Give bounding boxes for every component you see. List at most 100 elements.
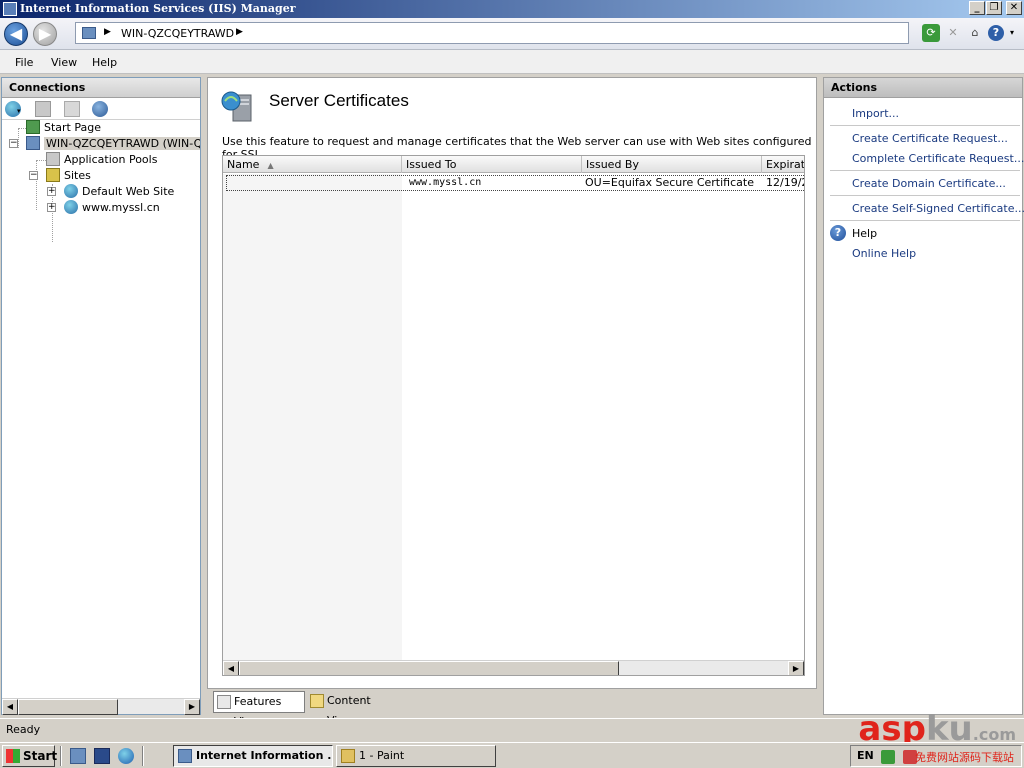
help-icon[interactable]: ? bbox=[988, 25, 1004, 41]
window-title-bar: Internet Information Services (IIS) Mana… bbox=[0, 0, 1024, 18]
action-import[interactable]: Import... bbox=[852, 107, 899, 120]
help-dropdown-icon[interactable]: ▾ bbox=[1008, 24, 1016, 42]
tree-expander-default-web-site[interactable]: + bbox=[47, 187, 56, 196]
cell-issued-to: www.myssl.cn bbox=[409, 177, 482, 188]
window-title: Internet Information Services (IIS) Mana… bbox=[20, 2, 296, 15]
close-button[interactable]: ✕ bbox=[1006, 1, 1022, 15]
cell-expiration: 12/19/2 bbox=[766, 176, 805, 189]
minimize-button[interactable]: _ bbox=[969, 1, 985, 15]
column-header-issued-by[interactable]: Issued By bbox=[582, 156, 762, 173]
scroll-right-arrow-icon[interactable]: ▶ bbox=[184, 699, 200, 715]
forward-button[interactable]: ▶ bbox=[33, 22, 57, 46]
restore-button[interactable]: ❐ bbox=[986, 1, 1002, 15]
powershell-icon[interactable] bbox=[94, 748, 110, 764]
taskbar-task-paint[interactable]: 1 - Paint bbox=[336, 745, 496, 767]
action-create-self-signed-certificate[interactable]: Create Self-Signed Certificate... bbox=[852, 202, 1024, 215]
column-header-expiration[interactable]: Expirati bbox=[762, 156, 804, 173]
scroll-left-arrow-icon[interactable]: ◀ bbox=[2, 699, 18, 715]
save-icon[interactable] bbox=[35, 101, 51, 117]
menu-file[interactable]: File bbox=[15, 56, 33, 69]
stop-icon[interactable]: ✕ bbox=[944, 24, 962, 42]
page-title: Server Certificates bbox=[269, 91, 409, 110]
window-controls: _ ❐ ✕ bbox=[969, 1, 1022, 15]
connections-hscrollbar[interactable]: ◀ ▶ bbox=[2, 698, 200, 715]
tree-item-default-web-site[interactable]: Default Web Site bbox=[64, 184, 174, 200]
tree-item-start-page[interactable]: Start Page bbox=[26, 120, 101, 136]
connect-dropdown-icon[interactable]: ▾ bbox=[17, 107, 25, 115]
internet-explorer-icon[interactable] bbox=[118, 748, 134, 764]
sites-folder-icon bbox=[46, 168, 60, 182]
start-button[interactable]: Start bbox=[2, 745, 57, 767]
server-icon bbox=[82, 27, 96, 39]
features-view-icon bbox=[217, 695, 231, 709]
actions-title: Actions bbox=[824, 78, 1022, 98]
column-header-name[interactable]: Name ▲ bbox=[223, 156, 402, 173]
paint-icon bbox=[341, 749, 355, 763]
action-create-certificate-request[interactable]: Create Certificate Request... bbox=[852, 132, 1008, 145]
table-row[interactable]: www.myssl.cn OU=Equifax Secure Certifica… bbox=[226, 175, 805, 191]
action-online-help[interactable]: Online Help bbox=[852, 247, 916, 260]
action-create-domain-certificate[interactable]: Create Domain Certificate... bbox=[852, 177, 1006, 190]
tree-item-sites[interactable]: Sites bbox=[46, 168, 91, 184]
help-icon: ? bbox=[830, 225, 846, 241]
tree-item-server[interactable]: WIN-QZCQEYTRAWD (WIN-QZC bbox=[26, 136, 200, 152]
connections-toolbar: ▾ bbox=[2, 98, 200, 120]
home-icon[interactable]: ⌂ bbox=[966, 24, 984, 42]
connections-title: Connections bbox=[2, 78, 200, 98]
nav-toolbar: ⟳ ✕ ⌂ ? ▾ bbox=[922, 24, 1016, 42]
disconnect-icon[interactable] bbox=[92, 101, 108, 117]
refresh-icon[interactable]: ⟳ bbox=[922, 24, 940, 42]
certificate-server-icon bbox=[221, 89, 253, 123]
tree-expander-server[interactable]: − bbox=[9, 139, 18, 148]
cell-name bbox=[227, 176, 397, 191]
globe-icon bbox=[64, 200, 78, 214]
sort-ascending-icon: ▲ bbox=[267, 161, 274, 170]
status-text: Ready bbox=[6, 723, 41, 736]
globe-icon bbox=[64, 184, 78, 198]
breadcrumb-server[interactable]: WIN-QZCQEYTRAWD bbox=[121, 27, 234, 40]
cell-issued-by: OU=Equifax Secure Certificate ... bbox=[585, 176, 757, 189]
iis-app-icon bbox=[178, 749, 192, 763]
address-bar[interactable]: ▶ WIN-QZCQEYTRAWD ▶ bbox=[75, 22, 909, 44]
taskbar: Start Internet Information ... 1 - Paint… bbox=[0, 742, 1024, 768]
network-icon[interactable] bbox=[881, 750, 895, 764]
actions-panel: Actions Import... Create Certificate Req… bbox=[823, 77, 1024, 715]
feature-panel: Server Certificates Use this feature to … bbox=[207, 77, 817, 689]
tab-features-view[interactable]: Features View bbox=[213, 691, 305, 728]
tree-item-application-pools[interactable]: Application Pools bbox=[46, 152, 157, 168]
breadcrumb-arrow-icon[interactable]: ▶ bbox=[236, 27, 243, 37]
iis-app-icon bbox=[3, 2, 17, 16]
up-icon[interactable] bbox=[64, 101, 80, 117]
taskbar-task-iis[interactable]: Internet Information ... bbox=[173, 745, 333, 767]
column-header-issued-to[interactable]: Issued To bbox=[402, 156, 582, 173]
app-pools-icon bbox=[46, 152, 60, 166]
language-indicator[interactable]: EN bbox=[857, 749, 874, 762]
content-view-icon bbox=[310, 694, 324, 708]
watermark-subtitle: 免费网站源码下载站 bbox=[915, 751, 1014, 764]
server-icon bbox=[26, 136, 40, 150]
scroll-thumb[interactable] bbox=[239, 661, 619, 675]
scroll-right-arrow-icon[interactable]: ▶ bbox=[788, 661, 804, 675]
scroll-thumb[interactable] bbox=[18, 699, 118, 715]
start-page-icon bbox=[26, 120, 40, 134]
server-manager-icon[interactable] bbox=[70, 748, 86, 764]
menu-help[interactable]: Help bbox=[92, 56, 117, 69]
certificates-grid: Name ▲ Issued To Issued By Expirati www.m… bbox=[222, 155, 805, 676]
connections-tree: Start Page − WIN-QZCQEYTRAWD (WIN-QZC Ap… bbox=[2, 120, 200, 690]
grid-hscrollbar[interactable]: ◀ ▶ bbox=[223, 660, 804, 675]
tab-content-view[interactable]: Content View bbox=[307, 691, 399, 727]
connections-panel: Connections ▾ Start Page − WIN-QZCQEYTRA… bbox=[1, 77, 201, 715]
tree-expander-sites[interactable]: − bbox=[29, 171, 38, 180]
action-complete-certificate-request[interactable]: Complete Certificate Request... bbox=[852, 152, 1024, 165]
tree-item-myssl[interactable]: www.myssl.cn bbox=[64, 200, 160, 216]
back-arrow-icon: ◀ bbox=[9, 24, 23, 43]
menu-bar: File View Help bbox=[0, 50, 1024, 74]
breadcrumb-arrow-icon[interactable]: ▶ bbox=[104, 27, 111, 37]
menu-view[interactable]: View bbox=[51, 56, 77, 69]
navigation-bar: ◀ ▶ ▶ WIN-QZCQEYTRAWD ▶ ⟳ ✕ ⌂ ? ▾ bbox=[0, 18, 1024, 50]
forward-arrow-icon: ▶ bbox=[38, 24, 52, 43]
scroll-left-arrow-icon[interactable]: ◀ bbox=[223, 661, 239, 675]
back-button[interactable]: ◀ bbox=[4, 22, 28, 46]
action-help[interactable]: Help bbox=[852, 227, 877, 240]
tree-expander-myssl[interactable]: + bbox=[47, 203, 56, 212]
